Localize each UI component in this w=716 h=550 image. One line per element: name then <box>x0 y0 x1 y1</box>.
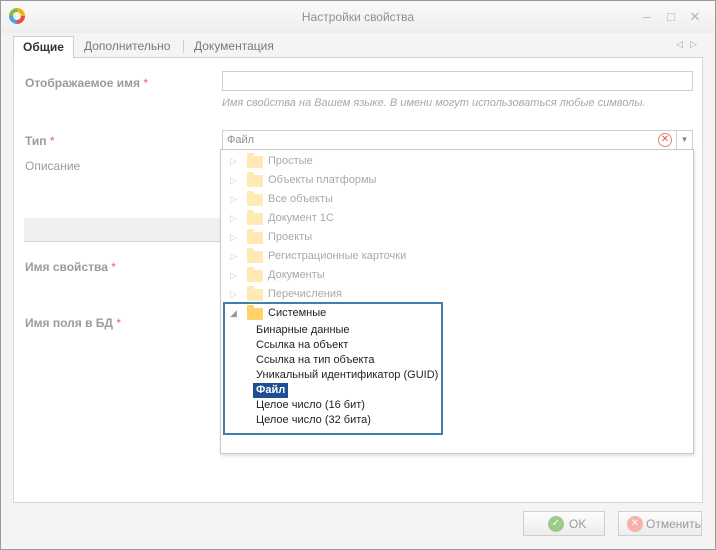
type-dropdown-tree: ▷ Простые ▷ Объекты платформы ▷ Все объекты… <box>220 149 694 454</box>
folder-icon <box>247 248 263 263</box>
tab-separator <box>183 40 184 53</box>
tab-bar: Общие Дополнительно Документация ◁ ▷ <box>13 35 703 59</box>
expand-arrow-icon[interactable]: ▷ <box>230 194 237 205</box>
tree-item-object-reference[interactable]: Ссылка на объект <box>253 338 351 353</box>
db-field-name-label: Имя поля в БД * <box>25 316 121 330</box>
tab-documentation[interactable]: Документация <box>185 36 283 58</box>
tree-group-simple[interactable]: ▷ Простые <box>221 153 693 171</box>
expand-arrow-icon[interactable]: ▷ <box>230 156 237 167</box>
folder-icon <box>247 191 263 206</box>
tab-scroll-left-icon[interactable]: ◁ <box>676 39 683 50</box>
type-combobox[interactable]: Файл ✕ ▼ <box>222 130 693 150</box>
tree-item-object-type-reference[interactable]: Ссылка на тип объекта <box>253 353 377 368</box>
checkmark-icon: ✓ <box>548 516 564 532</box>
tab-general[interactable]: Общие <box>13 36 74 59</box>
expand-arrow-icon[interactable]: ▷ <box>230 175 237 186</box>
tree-item-file-selected[interactable]: Файл <box>253 383 289 398</box>
type-value: Файл <box>227 134 255 146</box>
property-settings-dialog: Настройки свойства – □ ✕ Общие Дополните… <box>0 0 716 550</box>
type-label: Тип * <box>25 134 55 148</box>
tree-group-platform-objects[interactable]: ▷ Объекты платформы <box>221 172 693 190</box>
folder-icon <box>247 286 263 301</box>
tree-group-projects[interactable]: ▷ Проекты <box>221 229 693 247</box>
maximize-icon[interactable]: □ <box>663 9 679 25</box>
folder-icon <box>247 229 263 244</box>
expand-arrow-icon[interactable]: ▷ <box>230 232 237 243</box>
chevron-down-icon[interactable]: ▼ <box>676 131 692 149</box>
title-bar: Настройки свойства – □ ✕ <box>1 1 715 33</box>
folder-icon <box>247 305 263 320</box>
display-name-hint: Имя свойства на Вашем языке. В имени мог… <box>222 97 646 109</box>
tree-group-enumerations[interactable]: ▷ Перечисления <box>221 286 693 304</box>
minimize-icon[interactable]: – <box>639 9 655 25</box>
tree-group-documents[interactable]: ▷ Документы <box>221 267 693 285</box>
expand-arrow-icon[interactable]: ▷ <box>230 270 237 281</box>
clear-icon[interactable]: ✕ <box>658 133 672 147</box>
display-name-label: Отображаемое имя * <box>25 76 148 90</box>
close-icon[interactable]: ✕ <box>687 9 703 25</box>
cancel-x-icon: ✕ <box>627 516 643 532</box>
ok-button[interactable]: ✓ OK <box>523 511 605 536</box>
expand-arrow-icon[interactable]: ▷ <box>230 289 237 300</box>
folder-icon <box>247 210 263 225</box>
expand-arrow-icon[interactable]: ▷ <box>230 251 237 262</box>
tab-additional[interactable]: Дополнительно <box>75 36 179 58</box>
display-name-input[interactable] <box>222 71 693 91</box>
window-title: Настройки свойства <box>301 10 415 24</box>
folder-icon <box>247 153 263 168</box>
tree-group-registration-cards[interactable]: ▷ Регистрационные карточки <box>221 248 693 266</box>
cancel-button[interactable]: ✕ Отменить <box>618 511 702 536</box>
property-name-label: Имя свойства * <box>25 260 116 274</box>
collapse-arrow-icon[interactable]: ◢ <box>230 308 237 319</box>
description-label: Описание <box>25 159 81 173</box>
expand-arrow-icon[interactable]: ▷ <box>230 213 237 224</box>
tree-item-int16[interactable]: Целое число (16 бит) <box>253 398 368 413</box>
tree-group-document-1c[interactable]: ▷ Документ 1С <box>221 210 693 228</box>
tree-group-all-objects[interactable]: ▷ Все объекты <box>221 191 693 209</box>
tree-item-binary-data[interactable]: Бинарные данные <box>253 323 353 338</box>
tree-item-int32[interactable]: Целое число (32 бита) <box>253 413 374 428</box>
tree-item-guid[interactable]: Уникальный идентификатор (GUID) <box>253 368 441 383</box>
folder-icon <box>247 267 263 282</box>
tab-scroll-right-icon[interactable]: ▷ <box>690 39 697 50</box>
folder-icon <box>247 172 263 187</box>
tree-group-system[interactable]: ◢ Системные <box>221 305 693 323</box>
